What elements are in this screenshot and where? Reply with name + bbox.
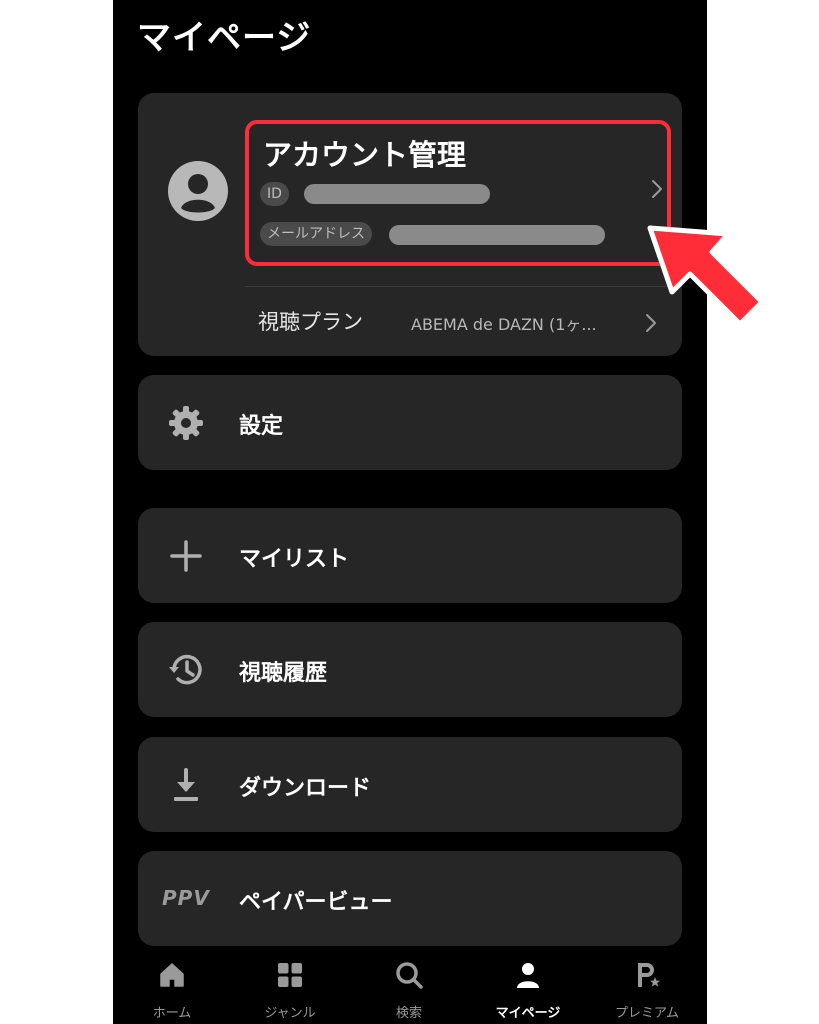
mylist-label: マイリスト <box>239 547 350 572</box>
search-icon <box>396 962 423 989</box>
id-badge: ID <box>260 182 289 206</box>
settings-label: 設定 <box>239 414 284 439</box>
download-label: ダウンロード <box>239 776 372 801</box>
account-card: アカウント管理 ID メールアドレス 視聴プラン ABEMA de DAZN (… <box>138 93 682 356</box>
tab-mypage[interactable]: マイページ <box>469 948 587 1024</box>
mylist-button[interactable]: マイリスト <box>138 508 682 603</box>
download-button[interactable]: ダウンロード <box>138 737 682 832</box>
download-icon <box>174 768 198 801</box>
bottom-tab-bar: ホーム ジャンル 検索 マイページ プレミアム <box>113 948 707 1024</box>
tab-home[interactable]: ホーム <box>113 948 231 1024</box>
red-arrow-annotation <box>647 225 765 327</box>
divider <box>245 286 682 287</box>
gear-icon <box>169 406 203 440</box>
id-value-redacted <box>304 184 490 204</box>
plan-value: ABEMA de DAZN (1ヶ... <box>411 315 597 334</box>
tab-genre-label: ジャンル <box>264 1006 316 1021</box>
settings-button[interactable]: 設定 <box>138 375 682 470</box>
email-value-redacted <box>389 225 605 245</box>
page-title: マイページ <box>137 18 312 58</box>
plan-label: 視聴プラン <box>258 310 363 334</box>
tab-premium[interactable]: プレミアム <box>588 948 706 1024</box>
chevron-right-icon <box>652 180 662 198</box>
premium-icon <box>638 963 660 987</box>
history-button[interactable]: 視聴履歴 <box>138 622 682 717</box>
ppv-label: ペイパービュー <box>239 890 393 915</box>
phone-screen: マイページ アカウント管理 ID メールアドレス 視聴プラン ABEMA de … <box>113 0 707 1024</box>
ppv-icon: PPV <box>162 886 210 910</box>
tab-home-label: ホーム <box>152 1006 192 1021</box>
history-icon <box>169 654 202 685</box>
home-icon <box>160 963 184 987</box>
person-icon <box>517 963 539 988</box>
user-avatar-icon <box>168 161 228 221</box>
grid-icon <box>278 963 302 987</box>
email-badge: メールアドレス <box>260 222 372 246</box>
account-management-button[interactable]: アカウント管理 ID メールアドレス <box>245 120 671 266</box>
tab-search[interactable]: 検索 <box>350 948 468 1024</box>
plus-icon <box>170 540 202 572</box>
account-management-title: アカウント管理 <box>263 138 467 172</box>
tab-search-label: 検索 <box>395 1006 422 1021</box>
ppv-button[interactable]: PPV ペイパービュー <box>138 851 682 946</box>
tab-premium-label: プレミアム <box>614 1006 680 1021</box>
tab-genre[interactable]: ジャンル <box>231 948 349 1024</box>
tab-mypage-label: マイページ <box>495 1006 561 1021</box>
history-label: 視聴履歴 <box>239 661 328 686</box>
